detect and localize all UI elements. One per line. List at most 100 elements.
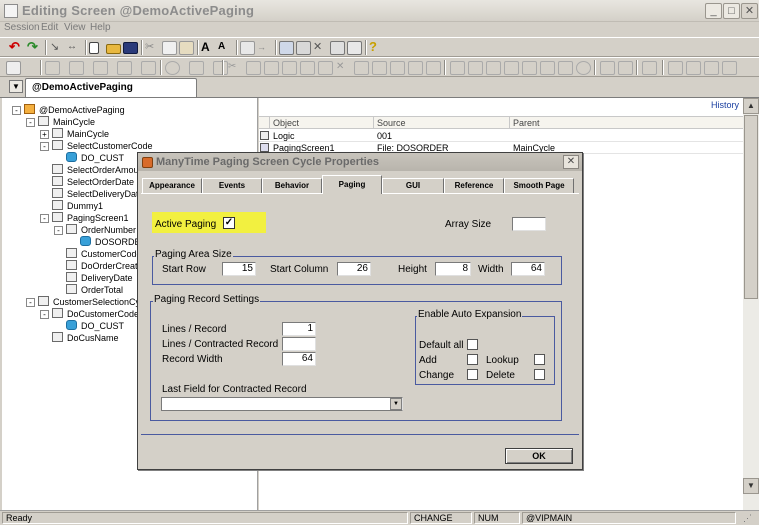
lines-contracted-field[interactable] — [282, 337, 316, 351]
height-field[interactable]: 8 — [435, 262, 471, 276]
scroll-thumb[interactable] — [744, 115, 758, 299]
save-icon[interactable] — [123, 42, 138, 54]
tree-node[interactable]: - @DemoActivePaging — [12, 104, 125, 116]
expand-icon[interactable]: + — [40, 130, 49, 139]
group-icon[interactable] — [704, 61, 719, 75]
menu-help[interactable]: Help — [90, 22, 111, 33]
tree-node[interactable]: CustomerCode — [54, 248, 142, 260]
move-icon[interactable]: ↔ — [67, 41, 82, 55]
export-page-icon[interactable] — [600, 61, 615, 75]
tab-appearance[interactable]: Appearance — [142, 178, 202, 193]
print-icon[interactable] — [117, 61, 132, 75]
import-page-icon[interactable] — [618, 61, 633, 75]
tree-node[interactable]: Dummy1 — [40, 200, 103, 212]
tree-node[interactable]: - OrderNumber — [54, 224, 136, 236]
column-header-object[interactable]: Object — [269, 117, 373, 129]
help-icon[interactable]: ? — [369, 40, 384, 55]
tree-node[interactable]: - DoCustomerCode — [40, 308, 139, 320]
layers-icon[interactable] — [141, 61, 156, 75]
scroll-up-icon[interactable]: ▲ — [743, 98, 759, 114]
dialog-close-button[interactable]: ✕ — [563, 155, 579, 169]
tree-node[interactable]: - PagingScreen1 — [40, 212, 129, 224]
paste-icon[interactable] — [179, 41, 194, 55]
table-icon[interactable] — [296, 41, 311, 55]
record-width-field[interactable]: 64 — [282, 352, 316, 366]
calendar-icon[interactable] — [468, 61, 483, 75]
collapse-icon[interactable]: - — [54, 226, 63, 235]
column-header-parent[interactable]: Parent — [509, 117, 741, 129]
document-icon[interactable] — [69, 61, 84, 75]
ok-button[interactable]: OK — [505, 448, 573, 464]
tab-dropdown-icon[interactable]: ▼ — [9, 80, 23, 93]
collapse-icon[interactable]: - — [12, 106, 21, 115]
screen-icon[interactable] — [279, 41, 294, 55]
resize-grip-icon[interactable]: ⋰ — [743, 513, 757, 525]
close-button[interactable]: ✕ — [741, 3, 758, 19]
table-row[interactable]: Logic 001 — [259, 130, 743, 142]
collapse-icon[interactable]: - — [40, 310, 49, 319]
tools-icon[interactable] — [347, 41, 362, 55]
font-larger-icon[interactable]: A — [201, 41, 216, 55]
grid-icon[interactable] — [45, 61, 60, 75]
arrow-icon[interactable]: → — [257, 41, 272, 55]
wrench-icon[interactable] — [318, 61, 333, 75]
tab-gui[interactable]: GUI — [382, 178, 444, 193]
page-icon[interactable] — [213, 61, 228, 75]
tab-document[interactable]: @DemoActivePaging — [25, 78, 197, 97]
tree-node[interactable]: DO_CUST — [54, 152, 124, 164]
user-icon[interactable] — [686, 61, 701, 75]
lookup-checkbox[interactable] — [534, 354, 545, 365]
delete-icon[interactable]: ✕ — [313, 41, 328, 55]
collapse-icon[interactable]: - — [26, 118, 35, 127]
zoom-icon[interactable] — [189, 61, 204, 75]
chevron-down-icon[interactable]: ▼ — [390, 398, 402, 410]
remove-icon[interactable]: ✕ — [336, 61, 351, 75]
delete-checkbox[interactable] — [534, 369, 545, 380]
window-icon[interactable] — [642, 61, 657, 75]
tree-node[interactable]: SelectOrderDate — [40, 176, 134, 188]
plus-icon[interactable] — [390, 61, 405, 75]
chart-icon[interactable] — [486, 61, 501, 75]
font-smaller-icon[interactable]: A — [218, 41, 233, 55]
tree-node[interactable]: - CustomerSelectionCycle — [26, 296, 152, 308]
open-folder-icon[interactable] — [106, 44, 121, 54]
collapse-icon[interactable]: - — [40, 142, 49, 151]
properties-icon[interactable] — [240, 41, 255, 55]
collapse-icon[interactable]: - — [26, 298, 35, 307]
redo-icon[interactable]: ↷ — [27, 40, 42, 55]
history-link[interactable]: History — [711, 100, 739, 110]
import-icon[interactable] — [426, 61, 441, 75]
tree-node[interactable]: - SelectCustomerCode — [40, 140, 153, 152]
tree-node[interactable]: DO_CUST — [54, 320, 124, 332]
start-row-field[interactable]: 15 — [222, 262, 256, 276]
key-icon[interactable] — [540, 61, 555, 75]
table-grid-icon[interactable] — [282, 61, 297, 75]
maximize-button[interactable]: □ — [723, 3, 740, 19]
last-field-select[interactable]: ▼ — [161, 397, 403, 411]
cut-icon[interactable]: ✂ — [145, 41, 160, 55]
clipboard-icon[interactable] — [246, 61, 261, 75]
scroll-down-icon[interactable]: ▼ — [743, 478, 759, 494]
pen-icon[interactable] — [504, 61, 519, 75]
lock-icon[interactable] — [558, 61, 573, 75]
tree-node[interactable]: DoCusName — [40, 332, 119, 344]
info-icon[interactable] — [576, 61, 591, 75]
new-file-icon[interactable] — [89, 42, 99, 54]
tree-node[interactable]: DeliveryDate — [54, 272, 133, 284]
tree-node[interactable]: - MainCycle — [26, 116, 95, 128]
network-icon[interactable] — [722, 61, 737, 75]
menu-view[interactable]: View — [64, 22, 86, 33]
users-icon[interactable] — [668, 61, 683, 75]
menu-edit[interactable]: Edit — [41, 22, 58, 33]
vertical-scrollbar[interactable]: ▲ ▼ — [743, 98, 759, 510]
undo-icon[interactable]: ↶ — [9, 40, 24, 55]
start-column-field[interactable]: 26 — [337, 262, 371, 276]
tab-reference[interactable]: Reference — [444, 178, 504, 193]
tree-node[interactable]: DoOrderCreate — [54, 260, 143, 272]
collapse-icon[interactable]: - — [40, 214, 49, 223]
active-paging-checkbox[interactable]: ✓ — [223, 217, 235, 229]
tab-paging[interactable]: Paging — [322, 175, 382, 194]
tree-node[interactable]: SelectDeliveryDate — [40, 188, 144, 200]
stack-icon[interactable] — [264, 61, 279, 75]
width-field[interactable]: 64 — [511, 262, 545, 276]
